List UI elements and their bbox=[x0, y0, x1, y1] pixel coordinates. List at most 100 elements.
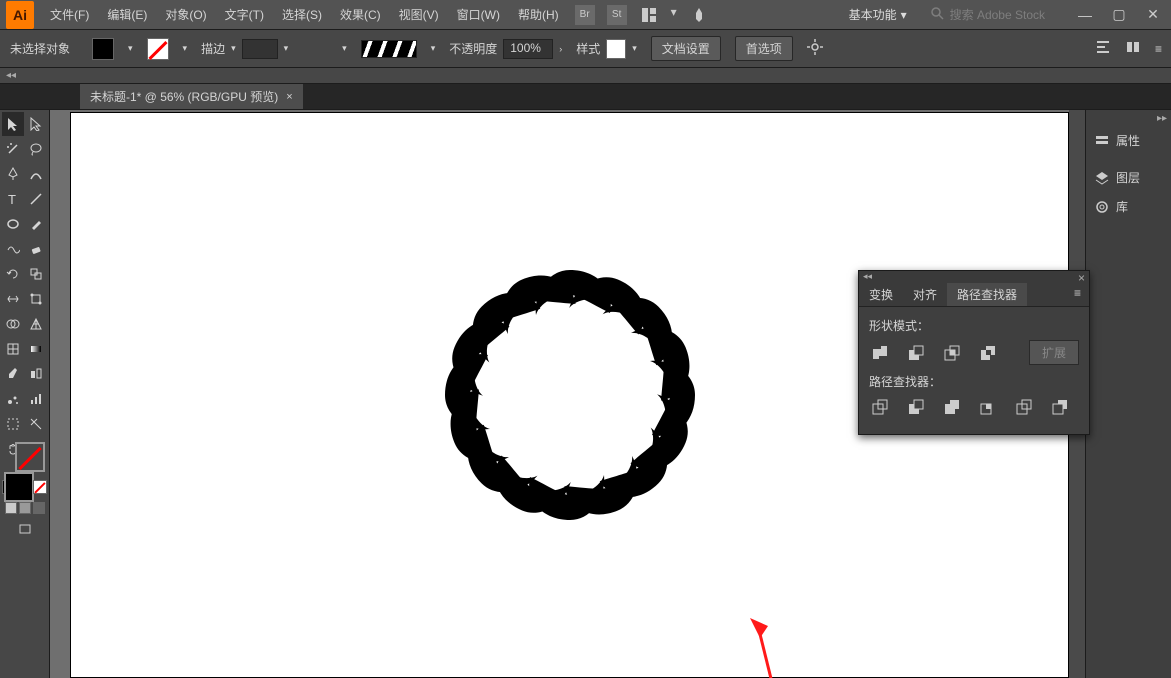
close-tab-button[interactable]: × bbox=[286, 91, 292, 103]
chevron-right-icon[interactable]: › bbox=[559, 44, 562, 54]
screen-mode[interactable] bbox=[18, 522, 32, 539]
menu-file[interactable]: 文件(F) bbox=[42, 2, 97, 27]
arrange-docs-icon[interactable] bbox=[639, 5, 659, 25]
artboard-tool[interactable] bbox=[2, 412, 24, 436]
chevron-down-icon[interactable]: ▾ bbox=[183, 43, 188, 54]
workspace-selector[interactable]: 基本功能 ▾ bbox=[841, 6, 915, 23]
panel-grip-icon[interactable]: ◂◂ bbox=[863, 271, 872, 283]
panel-close-button[interactable]: × bbox=[1078, 271, 1085, 283]
chevron-down-icon[interactable]: ▾ bbox=[431, 43, 436, 54]
slice-tool[interactable] bbox=[25, 412, 47, 436]
unite-button[interactable] bbox=[869, 342, 891, 364]
magic-wand-tool[interactable] bbox=[2, 137, 24, 161]
menu-select[interactable]: 选择(S) bbox=[274, 2, 330, 27]
fill-color[interactable] bbox=[4, 472, 34, 502]
menu-type[interactable]: 文字(T) bbox=[217, 2, 272, 27]
none-mode[interactable] bbox=[33, 480, 47, 494]
tab-pathfinder[interactable]: 路径查找器 bbox=[947, 283, 1027, 306]
stock-search[interactable]: 搜索 Adobe Stock bbox=[925, 4, 1051, 25]
blend-tool[interactable] bbox=[25, 362, 47, 386]
menu-view[interactable]: 视图(V) bbox=[391, 2, 447, 27]
scale-tool[interactable] bbox=[25, 262, 47, 286]
gpu-rocket-icon[interactable] bbox=[689, 5, 709, 25]
brush-sample[interactable] bbox=[361, 40, 417, 58]
doc-setup-button[interactable]: 文档设置 bbox=[651, 36, 721, 61]
style-swatch[interactable] bbox=[606, 39, 626, 59]
menu-edit[interactable]: 编辑(E) bbox=[99, 2, 155, 27]
menu-effect[interactable]: 效果(C) bbox=[332, 2, 389, 27]
symbol-sprayer-tool[interactable] bbox=[2, 387, 24, 411]
ellipse-tool[interactable] bbox=[2, 212, 24, 236]
mesh-tool[interactable] bbox=[2, 337, 24, 361]
stroke-weight-field[interactable] bbox=[242, 39, 278, 59]
panel-properties[interactable]: 属性 bbox=[1086, 126, 1171, 155]
maximize-button[interactable]: ▢ bbox=[1107, 6, 1131, 24]
transform-icon[interactable] bbox=[1125, 39, 1141, 58]
outline-button[interactable] bbox=[1013, 396, 1035, 418]
menu-object[interactable]: 对象(O) bbox=[157, 2, 214, 27]
menu-help[interactable]: 帮助(H) bbox=[510, 2, 567, 27]
doc-tab[interactable]: 未标题-1* @ 56% (RGB/GPU 预览) × bbox=[80, 84, 303, 109]
perspective-grid-tool[interactable] bbox=[25, 312, 47, 336]
crop-button[interactable] bbox=[977, 396, 999, 418]
type-tool[interactable]: T bbox=[2, 187, 24, 211]
draw-behind[interactable] bbox=[19, 502, 31, 514]
minus-front-button[interactable] bbox=[905, 342, 927, 364]
stroke-color[interactable] bbox=[15, 442, 45, 472]
pathfinder-panel[interactable]: ◂◂ × 变换 对齐 路径查找器 ≡ 形状模式： 扩展 路径查找器： bbox=[858, 270, 1090, 435]
panel-libraries[interactable]: 库 bbox=[1086, 192, 1171, 221]
trim-button[interactable] bbox=[905, 396, 927, 418]
tab-align[interactable]: 对齐 bbox=[903, 283, 947, 306]
shape-modes-label: 形状模式： bbox=[869, 317, 1079, 334]
main-menu: 文件(F) 编辑(E) 对象(O) 文字(T) 选择(S) 效果(C) 视图(V… bbox=[42, 2, 567, 27]
column-graph-tool[interactable] bbox=[25, 387, 47, 411]
opacity-field[interactable]: 100% bbox=[503, 39, 553, 59]
shape-builder-tool[interactable] bbox=[2, 312, 24, 336]
lasso-tool[interactable] bbox=[25, 137, 47, 161]
minus-back-button[interactable] bbox=[1049, 396, 1071, 418]
draw-inside[interactable] bbox=[33, 502, 45, 514]
stepper-icon[interactable]: ▾ bbox=[284, 43, 289, 54]
free-transform-tool[interactable] bbox=[25, 287, 47, 311]
chevron-down-icon[interactable]: ▾ bbox=[128, 43, 133, 54]
dock-collapse[interactable]: ▸▸ bbox=[1086, 110, 1171, 126]
panel-menu-icon[interactable]: ≡ bbox=[1066, 283, 1089, 306]
control-bar-collapse[interactable]: ◂◂ bbox=[0, 68, 1171, 84]
width-tool[interactable] bbox=[2, 287, 24, 311]
exclude-button[interactable] bbox=[977, 342, 999, 364]
paintbrush-tool[interactable] bbox=[25, 212, 47, 236]
panel-layers[interactable]: 图层 bbox=[1086, 163, 1171, 192]
tab-transform[interactable]: 变换 bbox=[859, 283, 903, 306]
pen-tool[interactable] bbox=[2, 162, 24, 186]
rotate-tool[interactable] bbox=[2, 262, 24, 286]
divide-button[interactable] bbox=[869, 396, 891, 418]
close-button[interactable]: ✕ bbox=[1141, 6, 1165, 24]
chevron-down-icon[interactable]: ▾ bbox=[231, 43, 236, 54]
stock-icon[interactable]: St bbox=[607, 5, 627, 25]
panel-menu-icon[interactable]: ≡ bbox=[1155, 42, 1161, 56]
menu-window[interactable]: 窗口(W) bbox=[449, 2, 508, 27]
merge-button[interactable] bbox=[941, 396, 963, 418]
intersect-button[interactable] bbox=[941, 342, 963, 364]
align-icon[interactable] bbox=[1095, 39, 1111, 58]
bridge-icon[interactable]: Br bbox=[575, 5, 595, 25]
chevron-down-icon[interactable]: ▾ bbox=[671, 5, 677, 25]
direct-selection-tool[interactable] bbox=[25, 112, 47, 136]
eyedropper-tool[interactable] bbox=[2, 362, 24, 386]
selection-tool[interactable] bbox=[2, 112, 24, 136]
chevron-down-icon[interactable]: ▾ bbox=[632, 43, 637, 54]
preferences-button[interactable]: 首选项 bbox=[735, 36, 793, 61]
gradient-tool[interactable] bbox=[25, 337, 47, 361]
minimize-button[interactable]: — bbox=[1073, 6, 1097, 24]
draw-normal[interactable] bbox=[5, 502, 17, 514]
control-bar: 未选择对象 ▾ ▾ 描边 ▾ ▾ ▾ ▾ 不透明度 100% › 样式 ▾ 文档… bbox=[0, 30, 1171, 68]
gear-icon[interactable] bbox=[807, 39, 823, 58]
shaper-tool[interactable] bbox=[2, 237, 24, 261]
eraser-tool[interactable] bbox=[25, 237, 47, 261]
line-tool[interactable] bbox=[25, 187, 47, 211]
expand-button[interactable]: 扩展 bbox=[1029, 340, 1079, 365]
chevron-down-icon[interactable]: ▾ bbox=[342, 43, 347, 54]
stroke-swatch[interactable] bbox=[147, 38, 169, 60]
fill-swatch[interactable] bbox=[92, 38, 114, 60]
curvature-tool[interactable] bbox=[25, 162, 47, 186]
